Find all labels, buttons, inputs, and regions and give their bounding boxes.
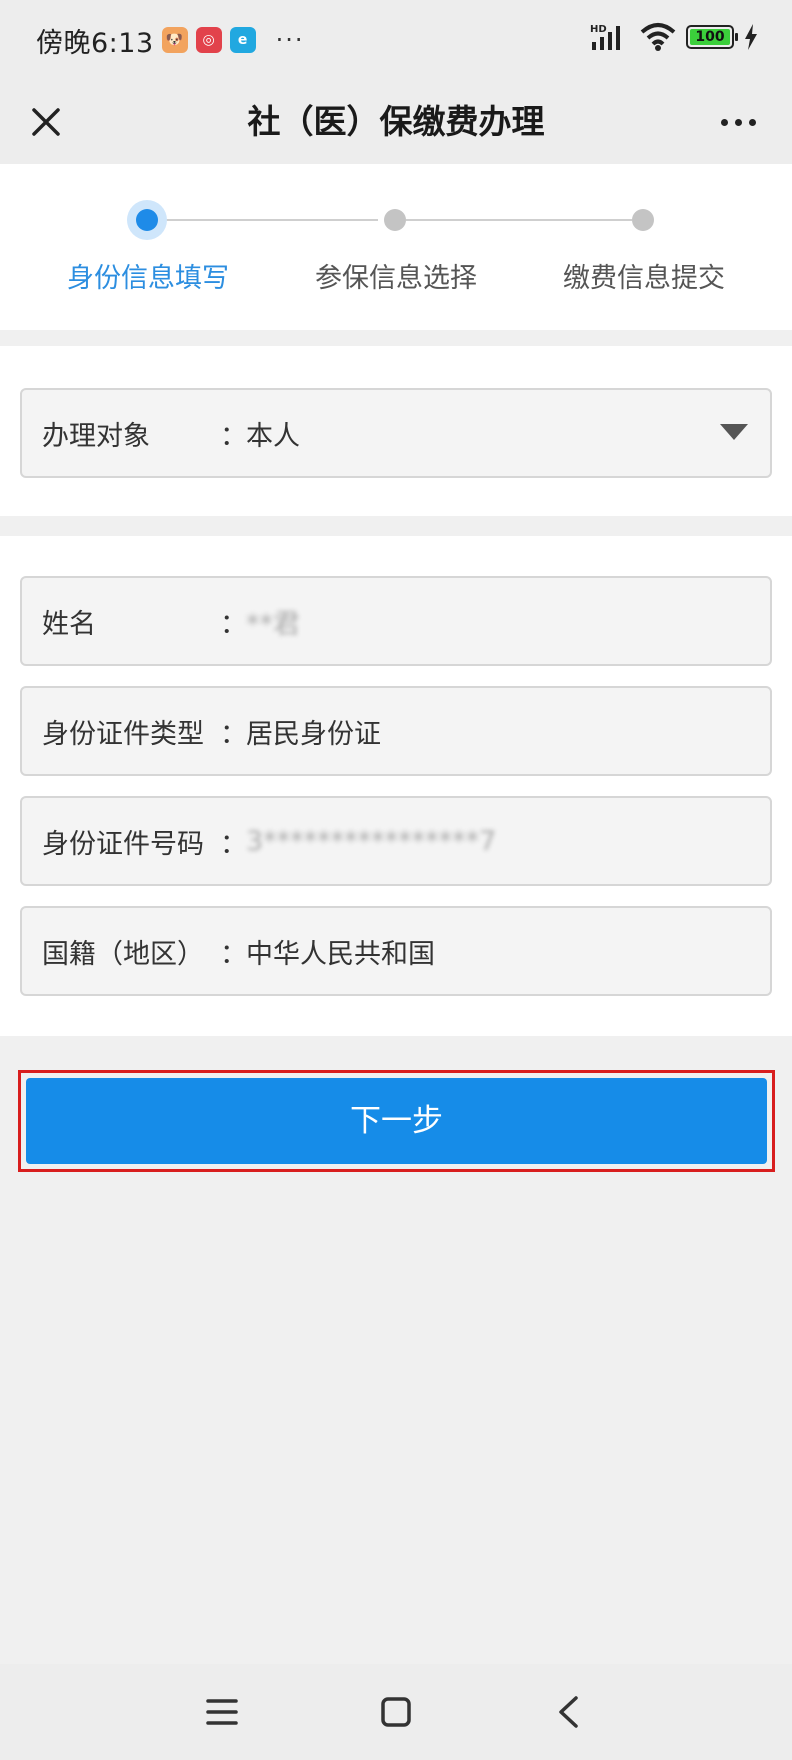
network-type-label: HD [590, 24, 607, 35]
object-colon: ： [220, 420, 247, 452]
charging-icon [745, 24, 757, 50]
signal-icon: HD [590, 24, 620, 50]
id-number-colon: ： [220, 828, 247, 860]
menu-icon [206, 1699, 238, 1725]
object-panel: 办理对象 ： 本人 [0, 346, 792, 516]
step-connector [406, 219, 632, 221]
red-app-icon: ◎ [195, 27, 222, 53]
step-connector [148, 219, 378, 221]
cat-app-icon: 🐶 [161, 27, 188, 53]
step-label-payment: 缴费信息提交 [563, 263, 725, 294]
back-chevron-icon [559, 1696, 578, 1728]
nationality-colon: ： [220, 938, 247, 970]
id-number-field: 身份证件号码 ： 3****************7 [20, 796, 772, 886]
object-label: 办理对象 [42, 420, 150, 452]
object-value: 本人 [246, 420, 300, 452]
object-select[interactable]: 办理对象 ： 本人 [20, 388, 772, 478]
id-type-value: 居民身份证 [246, 718, 381, 750]
name-label: 姓名 [42, 608, 96, 640]
step-label-identity: 身份信息填写 [67, 263, 229, 294]
nationality-field: 国籍（地区） ： 中华人民共和国 [20, 906, 772, 996]
id-type-label: 身份证件类型 [42, 718, 204, 750]
status-indicators: HD 100 [590, 22, 758, 52]
id-type-field: 身份证件类型 ： 居民身份证 [20, 686, 772, 776]
system-nav-bar [0, 1664, 792, 1760]
back-nav-button[interactable] [544, 1688, 592, 1736]
nationality-value: 中华人民共和国 [246, 938, 435, 970]
id-type-colon: ： [220, 718, 247, 750]
step-dot [384, 209, 406, 231]
more-dot-icon [734, 118, 742, 126]
more-dot-icon [720, 118, 728, 126]
notification-icons: 🐶 ◎ e [161, 27, 256, 53]
progress-steps: 身份信息填写 参保信息选择 缴费信息提交 [0, 164, 792, 330]
name-colon: ： [220, 608, 247, 640]
blue-app-icon: e [229, 27, 256, 53]
battery-level: 100 [695, 29, 725, 45]
name-field: 姓名 ： **君 [20, 576, 772, 666]
more-dot-icon [748, 118, 756, 126]
dropdown-arrow-icon [720, 424, 748, 440]
home-nav-button[interactable] [372, 1688, 420, 1736]
status-time: 傍晚6:13 [36, 27, 154, 59]
page-title: 社（医）保缴费办理 [247, 102, 545, 141]
title-bar: 社（医）保缴费办理 [0, 80, 792, 164]
nationality-label: 国籍（地区） [42, 938, 204, 970]
status-bar: 傍晚6:13 🐶 ◎ e ··· HD 100 [0, 0, 792, 80]
step-dot-active [127, 200, 167, 240]
menu-nav-button[interactable] [198, 1688, 246, 1736]
step-label-insurance: 参保信息选择 [315, 263, 477, 294]
step-dot [632, 209, 654, 231]
name-value: **君 [246, 608, 300, 640]
more-options-button[interactable] [710, 98, 766, 146]
identity-info-panel: 姓名 ： **君 身份证件类型 ： 居民身份证 身份证件号码 ： 3******… [0, 536, 792, 1036]
home-square-icon [381, 1697, 411, 1727]
next-step-button[interactable]: 下一步 [26, 1078, 767, 1164]
wifi-icon [640, 23, 676, 51]
battery-icon: 100 [686, 25, 738, 49]
id-number-label: 身份证件号码 [42, 828, 204, 860]
id-number-value: 3****************7 [246, 825, 497, 857]
status-more-icon: ··· [275, 26, 305, 54]
